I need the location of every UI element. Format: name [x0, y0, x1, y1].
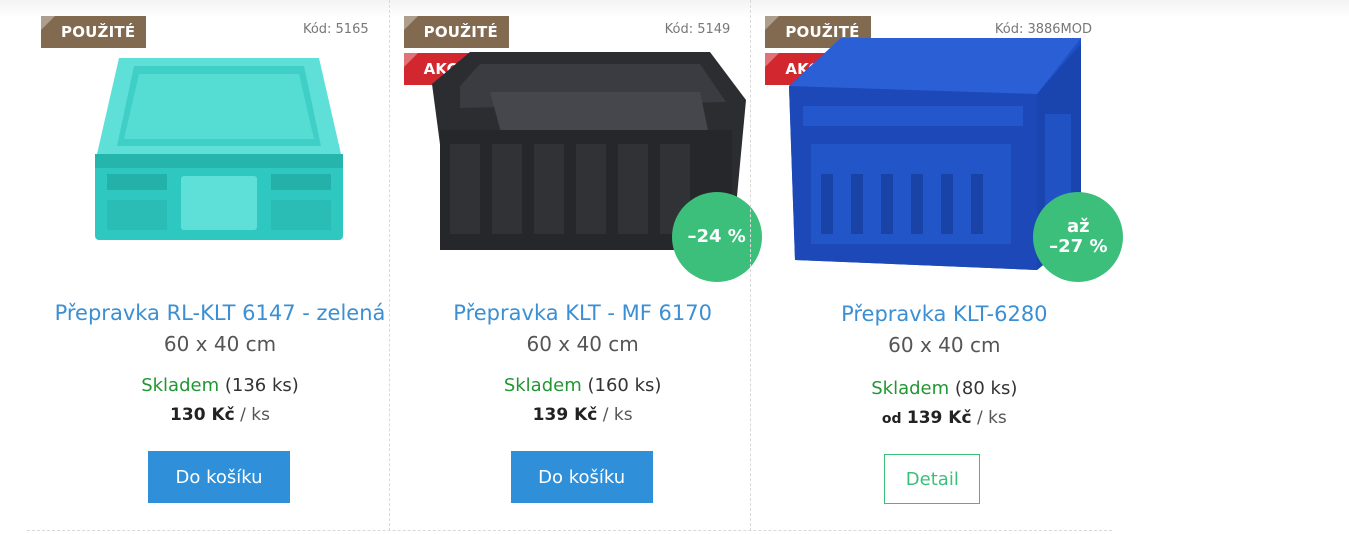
price-value: 139 Kč: [906, 408, 972, 428]
price-value: 139 Kč: [532, 405, 598, 425]
detail-button[interactable]: Detail: [884, 454, 981, 504]
stock-count: (160 ks): [587, 375, 662, 396]
product-dimensions: 60 x 40 cm: [526, 332, 639, 356]
stock-status: Skladem: [871, 378, 950, 399]
discount-prefix: až: [1067, 216, 1090, 237]
price-line: 130 Kč / ks: [27, 405, 413, 425]
discount-badge: –24 %: [671, 192, 762, 282]
product-name-link[interactable]: Přepravka RL-KLT 6147 - zelená: [27, 301, 413, 325]
stock-status: Skladem: [503, 375, 582, 396]
stock-status: Skladem: [141, 375, 220, 396]
product-name-link[interactable]: Přepravka KLT - MF 6170: [390, 301, 776, 325]
teal-crate-image[interactable]: [89, 54, 349, 244]
add-to-cart-button[interactable]: Do košíku: [510, 451, 653, 503]
product-dimensions: 60 x 40 cm: [888, 333, 1001, 357]
stock-info: Skladem (160 ks): [390, 375, 776, 396]
discount-value: –24 %: [687, 226, 746, 247]
used-flag: POUŽITÉ: [403, 16, 509, 48]
stock-count: (136 ks): [224, 375, 299, 396]
price-unit: / ks: [240, 405, 270, 425]
price-unit: / ks: [602, 405, 633, 425]
price-line: od 139 Kč / ks: [751, 408, 1137, 428]
stock-info: Skladem (80 ks): [751, 378, 1137, 399]
product-code: Kód: 5149: [664, 22, 731, 37]
used-flag: POUŽITÉ: [41, 16, 147, 48]
price-line: 139 Kč / ks: [390, 405, 776, 425]
add-to-cart-button[interactable]: Do košíku: [148, 451, 290, 503]
stock-info: Skladem (136 ks): [27, 375, 413, 396]
product-dimensions: 60 x 40 cm: [163, 332, 277, 356]
product-card: POUŽITÉ AKCE Kód: 3886MOD až –27 % Přepr…: [750, 0, 1124, 531]
product-name-link[interactable]: Přepravka KLT-6280: [751, 302, 1137, 326]
product-grid: POUŽITÉ Kód: 5165 Přepravka RL-KLT 6147 …: [27, 0, 1124, 531]
discount-badge: až –27 %: [1033, 192, 1124, 282]
product-card: POUŽITÉ AKCE Kód: 5149 –24 % Přepravka K…: [388, 0, 762, 531]
price-value: 130 Kč: [170, 405, 235, 425]
product-card: POUŽITÉ Kód: 5165 Přepravka RL-KLT 6147 …: [27, 0, 389, 531]
price-prefix: od: [881, 411, 902, 427]
price-unit: / ks: [976, 408, 1007, 428]
grid-bottom-divider: [27, 530, 1112, 531]
discount-value: –27 %: [1049, 236, 1108, 257]
product-code: Kód: 5165: [302, 22, 369, 37]
stock-count: (80 ks): [954, 378, 1018, 399]
